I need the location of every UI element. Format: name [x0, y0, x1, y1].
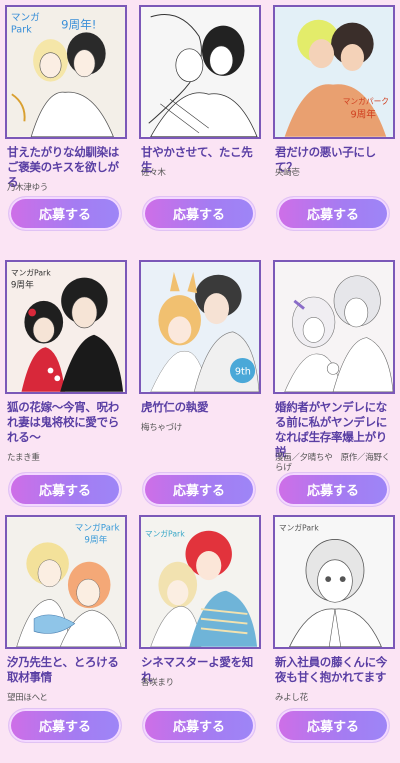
illustration-image[interactable] [273, 260, 395, 394]
apply-button[interactable]: 応募する [277, 709, 389, 742]
apply-button[interactable]: 応募する [143, 473, 255, 506]
author-name: たまき重 [7, 453, 40, 463]
campaign-card: マンガPark シネマスターよ愛を知れ 香咲まり 応募する [139, 515, 261, 760]
author-name: 央崎壱 [275, 168, 300, 178]
svg-text:マンガ: マンガ [11, 13, 40, 24]
svg-text:マンガパーク: マンガパーク [343, 96, 389, 106]
illustration-art: マンガPark [141, 517, 259, 647]
svg-text:9周年: 9周年 [350, 108, 376, 120]
illustration-image[interactable]: マンガPark 9周年 [5, 515, 127, 649]
svg-text:マンガPark: マンガPark [145, 529, 185, 539]
illustration-image[interactable]: 9th [139, 260, 261, 394]
manga-title: 狐の花嫁～今宵、呪われ妻は鬼将校に愛でられる～ [7, 400, 119, 444]
illustration-image[interactable] [139, 5, 261, 139]
svg-text:Park: Park [11, 24, 32, 35]
campaign-card: 9th 虎竹仁の執愛 梅ちゃづけ 応募する [139, 260, 261, 506]
author-name: 香咲まり [141, 678, 174, 688]
campaign-card: マンガ Park 9周年! 甘えたがりな幼馴染はご褒美のキスを欲しがる 乃木津ゆ… [5, 5, 127, 250]
illustration-image[interactable]: マンガPark [139, 515, 261, 649]
illustration-art: マンガパーク 9周年 [275, 7, 393, 137]
author-name: みよし花 [275, 693, 308, 703]
svg-text:マンガPark: マンガPark [75, 523, 120, 534]
illustration-art: 9th [141, 262, 259, 392]
campaign-card: マンガPark 9周年 汐乃先生と、とろける取材事情 望田ほへと 応募する [5, 515, 127, 760]
svg-text:マンガPark: マンガPark [279, 523, 319, 533]
apply-button[interactable]: 応募する [143, 197, 255, 230]
campaign-grid: マンガ Park 9周年! 甘えたがりな幼馴染はご褒美のキスを欲しがる 乃木津ゆ… [5, 5, 395, 760]
illustration-image[interactable]: マンガPark [273, 515, 395, 649]
campaign-card: マンガPark 9周年 狐の花嫁～今宵、呪われ妻は鬼将校に愛でられる～ たまき重… [5, 260, 127, 506]
author-name: 乃木津ゆう [7, 183, 49, 193]
campaign-card: マンガPark 新入社員の藤くんに今夜も甘く抱かれてます みよし花 応募する [273, 515, 395, 760]
manga-title: 新入社員の藤くんに今夜も甘く抱かれてます [275, 655, 387, 684]
campaign-card: 甘やかさせて、たこ先生 佐々木 応募する [139, 5, 261, 250]
illustration-image[interactable]: マンガPark 9周年 [5, 260, 127, 394]
illustration-art: マンガPark 9周年 [7, 517, 125, 647]
author-name: 梅ちゃづけ [141, 423, 183, 433]
apply-button[interactable]: 応募する [9, 709, 121, 742]
apply-button[interactable]: 応募する [277, 197, 389, 230]
svg-text:マンガPark: マンガPark [11, 268, 51, 278]
illustration-image[interactable]: マンガ Park 9周年! [5, 5, 127, 139]
author-name: 漫画／夕晴ちや 原作／海野くらげ [275, 453, 390, 473]
apply-button[interactable]: 応募する [277, 473, 389, 506]
svg-text:9周年: 9周年 [84, 533, 107, 545]
illustration-art [275, 262, 393, 392]
svg-text:9周年!: 9周年! [61, 17, 96, 31]
author-name: 佐々木 [141, 168, 166, 178]
campaign-card: 婚約者がヤンデレになる前に私がヤンデレになれば生存率爆上がり説 漫画／夕晴ちや … [273, 260, 395, 506]
illustration-art [141, 7, 259, 137]
apply-button[interactable]: 応募する [9, 473, 121, 506]
campaign-card: マンガパーク 9周年 君だけの悪い子にして？ 央崎壱 応募する [273, 5, 395, 250]
author-name: 望田ほへと [7, 693, 48, 703]
manga-title: 婚約者がヤンデレになる前に私がヤンデレになれば生存率爆上がり説 [275, 400, 387, 459]
apply-button[interactable]: 応募する [143, 709, 255, 742]
manga-title: 虎竹仁の執愛 [141, 400, 209, 414]
apply-button[interactable]: 応募する [9, 197, 121, 230]
illustration-art: マンガPark [275, 517, 393, 647]
svg-text:9周年: 9周年 [11, 278, 34, 290]
illustration-art: マンガ Park 9周年! [7, 7, 125, 137]
illustration-image[interactable]: マンガパーク 9周年 [273, 5, 395, 139]
illustration-art: マンガPark 9周年 [7, 262, 125, 392]
manga-title: 汐乃先生と、とろける取材事情 [7, 655, 119, 684]
svg-text:9th: 9th [235, 366, 251, 377]
